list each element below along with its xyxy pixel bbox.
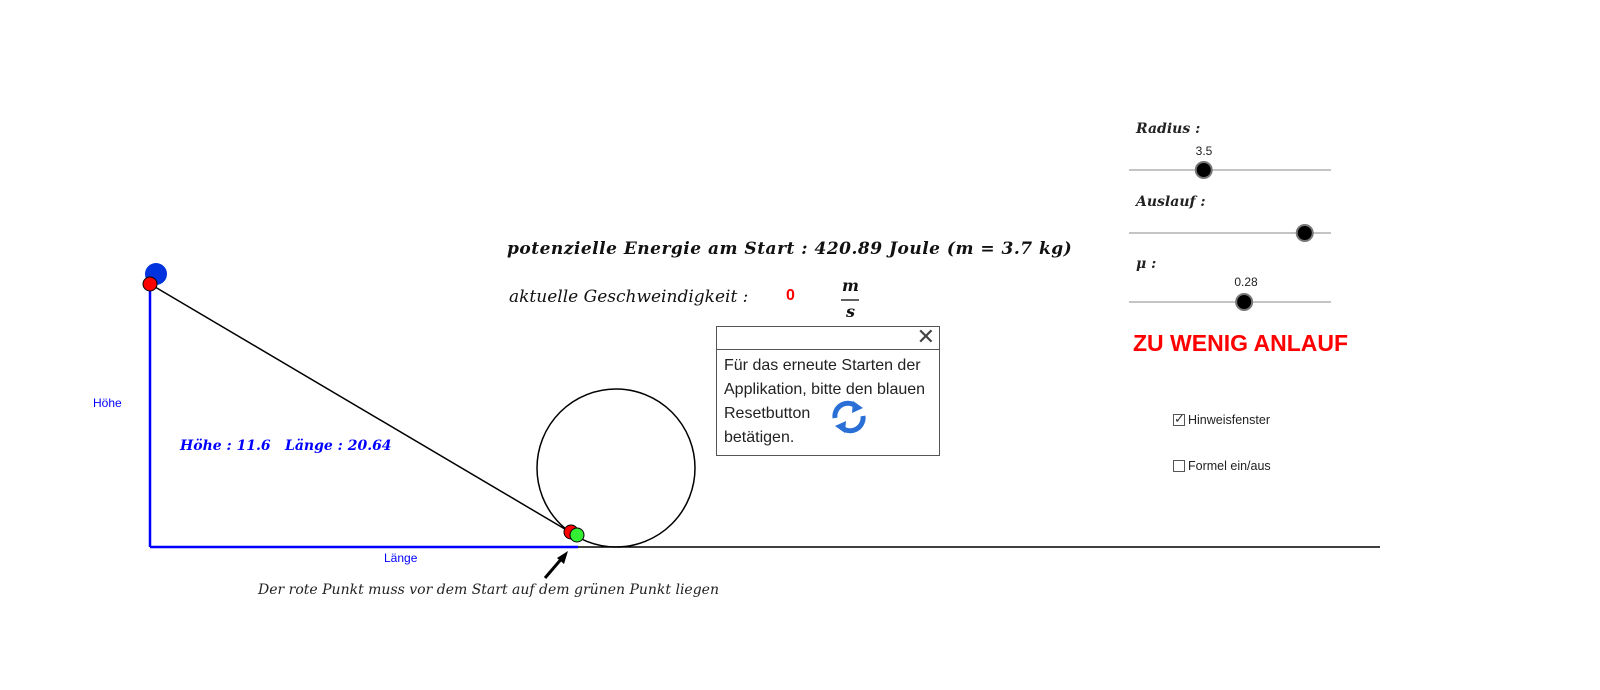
mu-slider-knob[interactable] <box>1235 293 1254 311</box>
mu-value: 0.28 <box>1234 275 1258 289</box>
top-red-point[interactable] <box>142 276 158 292</box>
formel-label: Formel ein/aus <box>1188 459 1271 473</box>
reset-icon[interactable] <box>829 400 869 434</box>
loop-circle <box>536 388 696 548</box>
ramp-line <box>149 283 576 536</box>
speed-value: 0 <box>786 287 795 304</box>
auslauf-label: Auslauf : <box>1136 194 1206 210</box>
popup-body: Für das erneute Starten der Applikation,… <box>717 350 939 454</box>
close-icon[interactable]: ✕ <box>917 325 935 349</box>
hoehe-value: Höhe : 11.6 <box>180 438 271 454</box>
radius-slider-knob[interactable] <box>1194 161 1213 179</box>
hinweisfenster-checkbox-row[interactable]: Hinweisfenster <box>1173 411 1270 427</box>
info-popup: ✕ Für das erneute Starten der Applikatio… <box>716 325 940 456</box>
laenge-value: Länge : 20.64 <box>285 438 392 454</box>
laenge-axis-label: Länge <box>384 551 418 565</box>
hoehe-axis-label: Höhe <box>93 396 122 410</box>
hinweisfenster-checkbox[interactable] <box>1173 411 1185 427</box>
instruction-text: Der rote Punkt muss vor dem Start auf de… <box>258 582 719 598</box>
unit-numerator: m <box>842 276 859 295</box>
auslauf-slider-knob[interactable] <box>1295 224 1314 242</box>
formel-checkbox-row[interactable]: Formel ein/aus <box>1173 459 1271 473</box>
popup-header: ✕ <box>717 325 939 350</box>
mu-label: μ : <box>1136 256 1157 272</box>
status-text: ZU WENIG ANLAUF <box>1133 330 1349 356</box>
speed-label: aktuelle Geschweindigkeit : <box>509 287 749 307</box>
popup-line-3: Resetbutton <box>724 405 811 422</box>
green-point[interactable] <box>569 527 585 543</box>
hinweisfenster-label: Hinweisfenster <box>1188 413 1270 427</box>
popup-line-1: Für das erneute Starten der <box>724 357 921 374</box>
formel-checkbox[interactable] <box>1173 460 1185 472</box>
energy-text: potenzielle Energie am Start : 420.89 Jo… <box>507 239 1073 259</box>
radius-value: 3.5 <box>1195 144 1213 158</box>
popup-line-2: Applikation, bitte den blauen <box>724 381 926 398</box>
unit-denominator: s <box>846 302 856 321</box>
popup-line-4: betätigen. <box>724 429 795 446</box>
radius-label: Radius : <box>1136 121 1201 137</box>
